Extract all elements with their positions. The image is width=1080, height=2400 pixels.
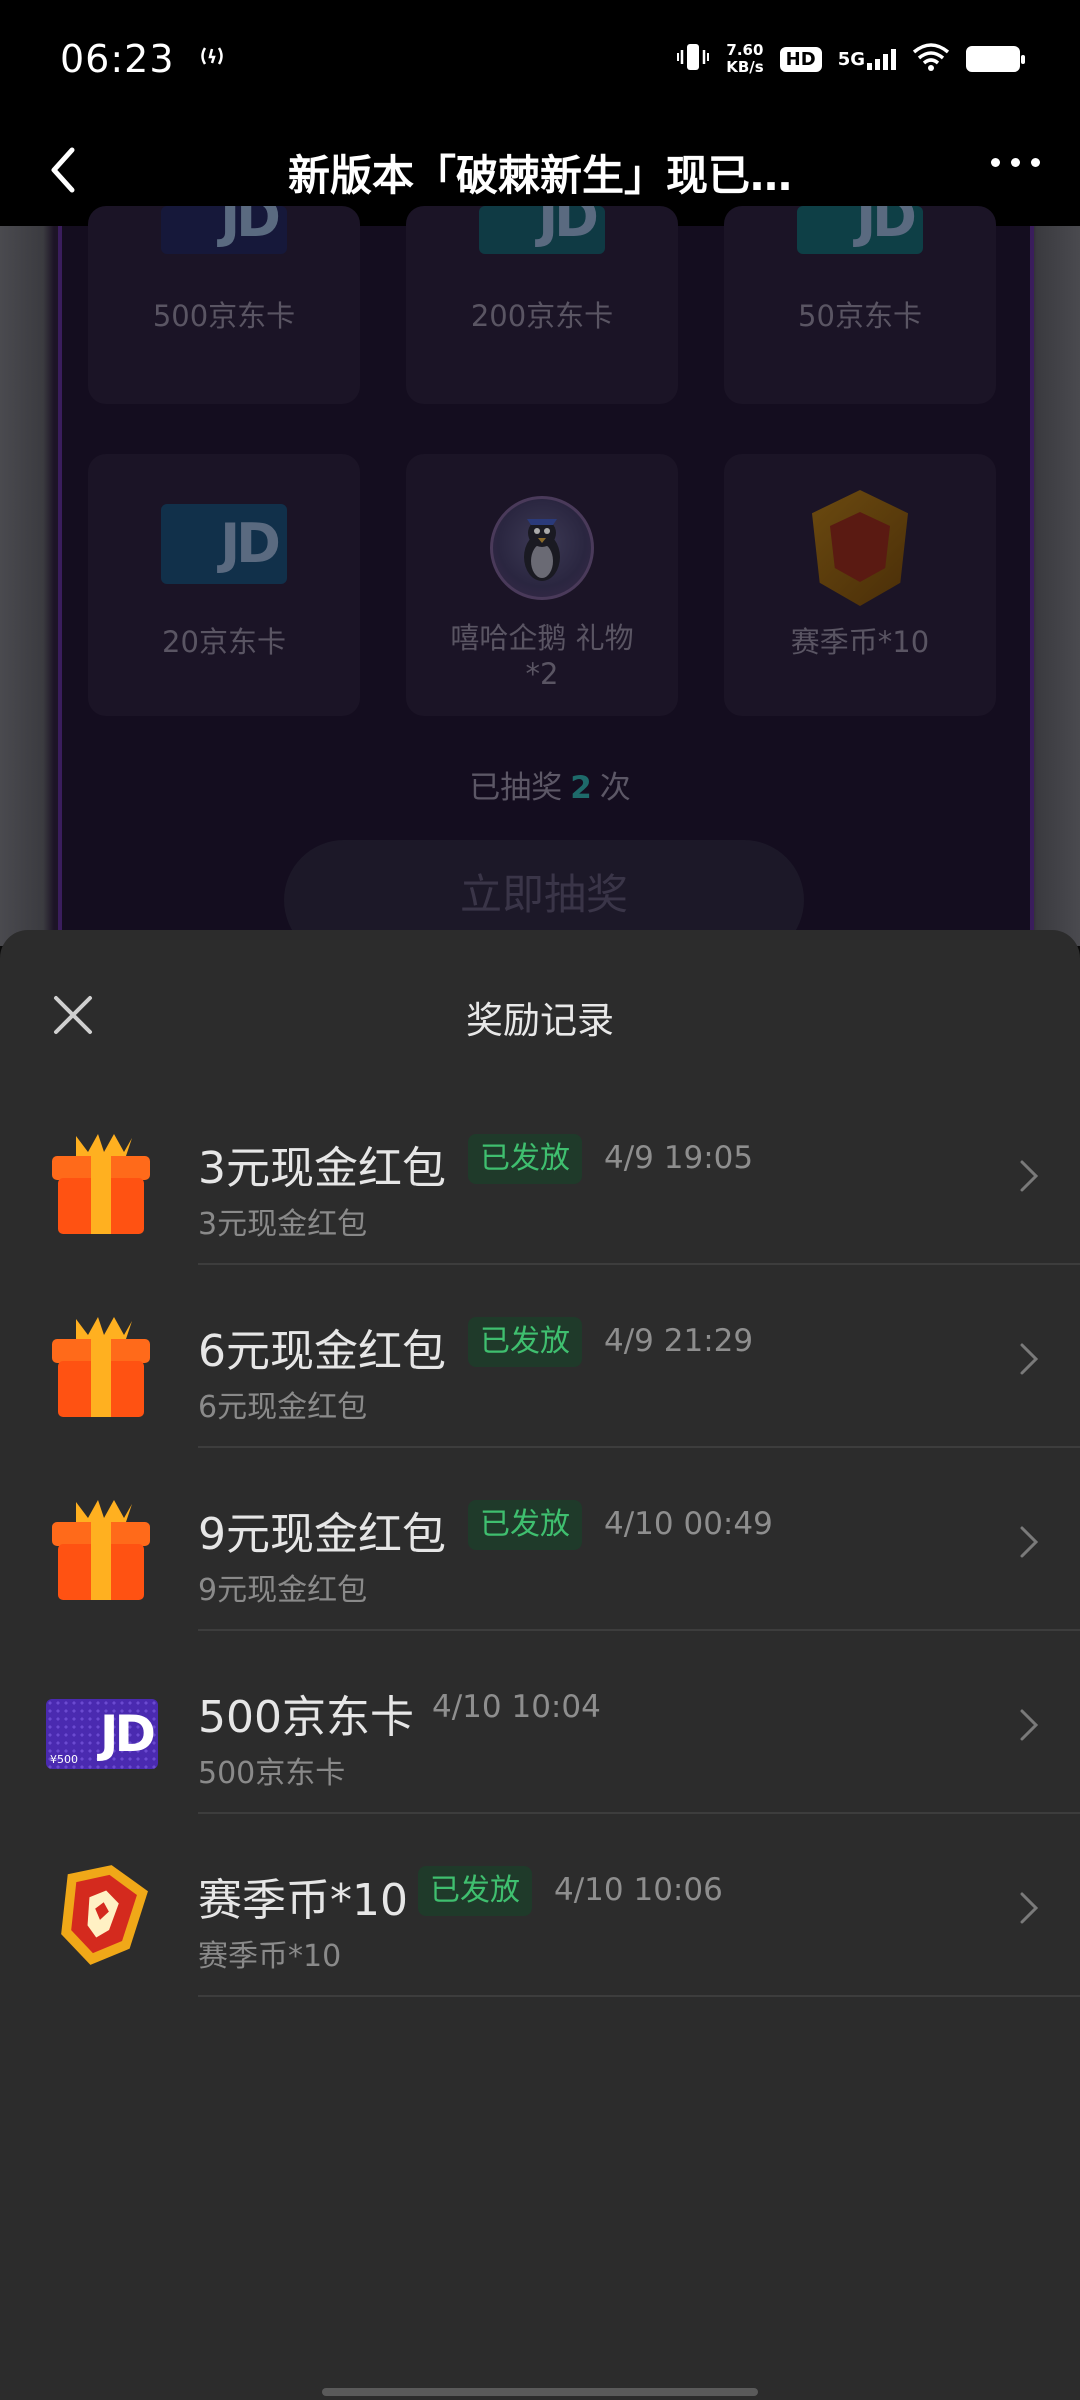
- back-arrow-icon[interactable]: [36, 140, 96, 200]
- prize-label: 50京东卡: [798, 299, 922, 333]
- status-badge: 已发放: [418, 1866, 532, 1916]
- lottery-panel: JD 500京东卡 JD 200京东卡 JD 50京东卡 JD 20京东卡 嘻哈…: [58, 206, 1034, 960]
- hd-badge: HD: [779, 46, 822, 72]
- draw-count-text: 已抽奖 2 次: [62, 762, 1038, 807]
- prize-label: 赛季币*10: [790, 625, 930, 659]
- prize-label: 嘻哈企鹅 礼物: [450, 621, 634, 655]
- chevron-right-icon: [1018, 1705, 1042, 1745]
- record-time: 4/9 19:05: [604, 1140, 754, 1176]
- jd-card-icon: JD: [161, 504, 287, 584]
- jd-card-icon: JD: [797, 206, 923, 254]
- reward-records-sheet: 奖励记录 3元现金红包 已发放 4/9 19:05 3元现金红包 6元现金红包 …: [0, 930, 1080, 2400]
- network-type: 5G: [837, 49, 865, 70]
- record-time: 4/9 21:29: [604, 1323, 754, 1359]
- record-title: 3元现金红包: [198, 1143, 446, 1194]
- vibrate-icon: [676, 40, 710, 78]
- reward-record-row[interactable]: 6元现金红包 已发放 4/9 21:29 6元现金红包: [0, 1265, 1080, 1448]
- season-coin-icon: [812, 490, 908, 606]
- prize-cell-season-coin: 赛季币*10: [724, 454, 996, 716]
- record-title: 500京东卡: [198, 1692, 414, 1743]
- signal-bars-icon: [867, 48, 896, 70]
- more-options-icon[interactable]: [991, 158, 1040, 167]
- jd-card-icon: JD: [479, 206, 605, 254]
- home-indicator[interactable]: [322, 2388, 758, 2396]
- chevron-right-icon: [1018, 1522, 1042, 1562]
- reward-record-row[interactable]: JD ¥500 500京东卡 4/10 10:04 500京东卡: [0, 1631, 1080, 1814]
- record-subtitle: 3元现金红包: [198, 1207, 368, 1242]
- card-value: ¥500: [50, 1753, 78, 1766]
- record-time: 4/10 00:49: [604, 1506, 773, 1542]
- record-title: 6元现金红包: [198, 1326, 446, 1377]
- net-speed: 7.60 KB/s: [726, 42, 763, 76]
- status-badge: 已发放: [468, 1317, 582, 1367]
- record-subtitle: 9元现金红包: [198, 1573, 368, 1608]
- draw-count-prefix: 已抽奖: [469, 770, 563, 806]
- prize-label: 500京东卡: [152, 299, 296, 333]
- chevron-right-icon: [1018, 1156, 1042, 1196]
- record-title: 9元现金红包: [198, 1509, 446, 1560]
- status-badge: 已发放: [468, 1134, 582, 1184]
- record-title: 赛季币*10: [198, 1875, 408, 1926]
- background-lottery-page: JD 500京东卡 JD 200京东卡 JD 50京东卡 JD 20京东卡 嘻哈…: [0, 206, 1080, 960]
- draw-count-value: 2: [570, 770, 592, 806]
- prize-label: 20京东卡: [162, 625, 286, 659]
- draw-count-suffix: 次: [599, 770, 631, 806]
- status-right: 7.60 KB/s HD 5G: [676, 40, 1025, 78]
- sheet-title: 奖励记录: [466, 999, 614, 1042]
- prize-cell-penguin: 嘻哈企鹅 礼物 *2: [406, 454, 678, 716]
- status-bar: 06:23 7.60 KB/s HD 5G: [0, 0, 1080, 118]
- battery-icon: [966, 46, 1025, 72]
- prize-label: 200京东卡: [470, 299, 614, 333]
- status-badge: 已发放: [468, 1500, 582, 1550]
- prize-cell-500-jd: JD 500京东卡: [88, 206, 360, 404]
- prize-cell-50-jd: JD 50京东卡: [724, 206, 996, 404]
- net-speed-value: 7.60: [726, 41, 764, 59]
- wifi-icon: [912, 42, 950, 76]
- gift-box-icon: [46, 1311, 156, 1421]
- gift-box-icon: [46, 1494, 156, 1604]
- chevron-right-icon: [1018, 1888, 1042, 1928]
- record-time: 4/10 10:04: [432, 1689, 601, 1725]
- page-title: 新版本「破棘新生」现已…: [287, 150, 792, 200]
- season-coin-icon: [46, 1860, 156, 1970]
- jd-card-icon: JD: [161, 206, 287, 254]
- prize-cell-200-jd: JD 200京东卡: [406, 206, 678, 404]
- prize-cell-20-jd: JD 20京东卡: [88, 454, 360, 716]
- divider: [198, 1995, 1080, 1997]
- penguin-icon: [490, 496, 594, 600]
- prize-label-line2: *2: [525, 657, 559, 691]
- reward-record-row[interactable]: 3元现金红包 已发放 4/9 19:05 3元现金红包: [0, 1082, 1080, 1265]
- status-time: 06:23: [60, 37, 175, 81]
- nfc-icon: [197, 41, 227, 78]
- reward-record-row[interactable]: 赛季币*10 已发放 4/10 10:06 赛季币*10: [0, 1814, 1080, 1997]
- record-time: 4/10 10:06: [554, 1872, 723, 1908]
- jd-card-icon: JD ¥500: [46, 1677, 158, 1787]
- record-subtitle: 6元现金红包: [198, 1390, 368, 1425]
- record-subtitle: 赛季币*10: [198, 1939, 342, 1974]
- net-speed-unit: KB/s: [726, 58, 764, 76]
- gift-box-icon: [46, 1128, 156, 1238]
- chevron-right-icon: [1018, 1339, 1042, 1379]
- record-subtitle: 500京东卡: [198, 1756, 346, 1791]
- signal-indicator: 5G: [838, 48, 896, 70]
- reward-record-row[interactable]: 9元现金红包 已发放 4/10 00:49 9元现金红包: [0, 1448, 1080, 1631]
- screen: 06:23 7.60 KB/s HD 5G 新版本「破棘新生」现已… JD 50…: [0, 0, 1080, 2400]
